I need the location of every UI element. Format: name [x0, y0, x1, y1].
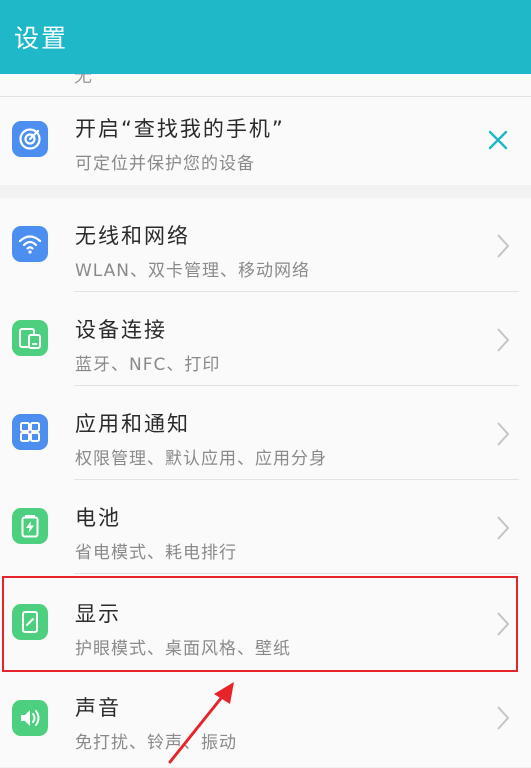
chevron-right-icon	[497, 234, 510, 258]
settings-item-subtitle: 护眼模式、桌面风格、壁纸	[75, 639, 291, 659]
chevron-right-icon	[497, 706, 510, 730]
find-phone-title: 开启“查找我的手机”	[75, 117, 285, 141]
close-icon[interactable]	[485, 127, 511, 153]
device-connect-icon	[12, 320, 48, 356]
settings-item-title: 电池	[75, 506, 121, 530]
settings-item-battery[interactable]: 电池 省电模式、耗电排行	[0, 480, 531, 574]
chevron-right-icon	[497, 328, 510, 352]
settings-item-subtitle: WLAN、双卡管理、移动网络	[75, 261, 311, 281]
settings-item-subtitle: 省电模式、耗电排行	[75, 543, 237, 563]
settings-item-title: 声音	[75, 696, 121, 720]
settings-item-apps-notifications[interactable]: 应用和通知 权限管理、默认应用、应用分身	[0, 386, 531, 480]
partial-item-text: 无	[74, 74, 92, 87]
partial-list-item[interactable]: 无	[0, 74, 531, 97]
settings-item-title: 设备连接	[75, 318, 167, 342]
settings-item-sound[interactable]: 声音 免打扰、铃声、振动	[0, 674, 531, 768]
app-bar: 设置	[0, 0, 531, 74]
settings-item-wireless-network[interactable]: 无线和网络 WLAN、双卡管理、移动网络	[0, 198, 531, 292]
chevron-right-icon	[497, 612, 510, 636]
settings-item-display[interactable]: 显示 护眼模式、桌面风格、壁纸	[0, 576, 531, 670]
settings-item-subtitle: 免打扰、铃声、振动	[75, 733, 237, 753]
chevron-right-icon	[497, 422, 510, 446]
page-title: 设置	[14, 24, 69, 53]
settings-item-title: 无线和网络	[75, 224, 190, 248]
find-phone-subtitle: 可定位并保护您的设备	[75, 154, 255, 174]
settings-item-title: 显示	[75, 602, 121, 626]
divider	[74, 573, 519, 574]
find-my-phone-card[interactable]: 开启“查找我的手机” 可定位并保护您的设备	[0, 97, 531, 185]
display-icon	[12, 604, 48, 640]
settings-list: 无线和网络 WLAN、双卡管理、移动网络 设备连接 蓝牙、NFC、打印 应用和通…	[0, 198, 531, 767]
settings-item-title: 应用和通知	[75, 412, 190, 436]
chevron-right-icon	[497, 516, 510, 540]
wifi-icon	[12, 226, 48, 262]
apps-grid-icon	[12, 414, 48, 450]
settings-item-subtitle: 权限管理、默认应用、应用分身	[75, 449, 327, 469]
settings-item-device-connection[interactable]: 设备连接 蓝牙、NFC、打印	[0, 292, 531, 386]
radar-target-icon	[12, 121, 48, 157]
settings-item-subtitle: 蓝牙、NFC、打印	[75, 355, 221, 375]
speaker-icon	[12, 700, 48, 736]
battery-icon	[12, 508, 48, 544]
